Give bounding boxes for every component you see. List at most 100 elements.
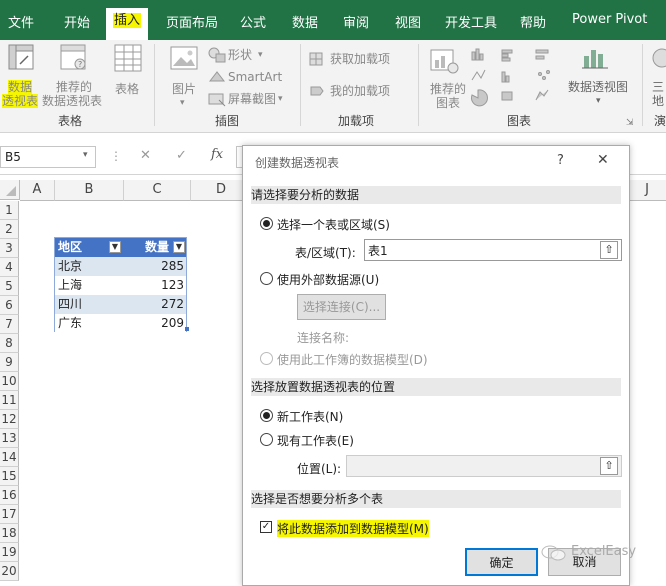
tab-data[interactable]: 数据 (292, 12, 318, 31)
radio-data-model[interactable] (260, 352, 273, 365)
table-row[interactable]: 广东 209 (55, 314, 186, 333)
radio-existing-worksheet[interactable] (260, 433, 273, 446)
table-button[interactable]: 表格 (108, 44, 148, 110)
insert-function-icon[interactable]: fx (211, 147, 223, 162)
3d-map-label-1: 三 (652, 80, 665, 94)
table-header-region: 地区 (58, 240, 83, 254)
table-resize-handle[interactable] (185, 327, 189, 331)
choose-connection-button[interactable]: 选择连接(C)... (297, 294, 386, 320)
smartart-button[interactable]: SmartArt (208, 68, 284, 86)
radio-existing-worksheet-label[interactable]: 现有工作表(E) (277, 432, 354, 449)
row-header[interactable]: 7 (0, 315, 19, 334)
recommended-pivottable-button[interactable]: ? 推荐的 数据透视表 (42, 44, 106, 110)
close-icon[interactable]: ✕ (597, 152, 609, 168)
tab-file[interactable]: 文件 (8, 12, 34, 31)
name-box[interactable]: B5 ▾ (0, 146, 96, 168)
cancel-icon[interactable]: ✕ (140, 148, 151, 163)
name-box-dropdown-icon[interactable]: ▾ (83, 150, 88, 160)
charts-dialog-launcher-icon[interactable]: ⇲ (626, 118, 634, 128)
ribbon-tab-bar: 文件 开始 插入 页面布局 公式 数据 审阅 视图 开发工具 帮助 Power … (0, 0, 666, 40)
pivotchart-button[interactable]: 数据透视图 ▾ (562, 44, 634, 110)
tab-page-layout[interactable]: 页面布局 (166, 12, 218, 31)
section-multiple-tables-label: 选择是否想要分析多个表 (251, 492, 384, 506)
radio-select-range-label[interactable]: 选择一个表或区域(S) (277, 216, 390, 233)
globe-icon (652, 48, 666, 68)
group-label-tours: 演 (654, 114, 666, 128)
filter-dropdown-icon[interactable]: ▼ (109, 241, 121, 253)
my-addins-label: 我的加载项 (330, 84, 391, 98)
add-to-data-model-label[interactable]: 将此数据添加到数据模型(M) (277, 520, 429, 537)
pivotchart-label: 数据透视图 (568, 80, 629, 94)
location-input[interactable] (346, 455, 622, 477)
row-header[interactable]: 17 (0, 505, 19, 524)
tab-help[interactable]: 帮助 (520, 12, 546, 31)
get-addins-button[interactable]: 获取加载项 (308, 50, 400, 68)
row-header[interactable]: 10 (0, 372, 19, 391)
table-row[interactable]: 四川 272 (55, 295, 186, 314)
row-header[interactable]: 1 (0, 201, 19, 220)
pictures-button[interactable]: 图片 ▾ (166, 44, 206, 110)
row-header[interactable]: 11 (0, 391, 19, 410)
tab-formulas[interactable]: 公式 (240, 12, 266, 31)
row-header[interactable]: 14 (0, 448, 19, 467)
enter-icon[interactable]: ✓ (176, 148, 187, 163)
row-header[interactable]: 2 (0, 220, 19, 239)
row-header[interactable]: 5 (0, 277, 19, 296)
radio-external-source[interactable] (260, 272, 273, 285)
help-icon[interactable]: ? (557, 153, 564, 168)
row-header[interactable]: 9 (0, 353, 19, 372)
recommended-charts-button[interactable]: 推荐的 图表 (424, 44, 468, 110)
row-header[interactable]: 20 (0, 562, 19, 581)
filter-dropdown-icon[interactable]: ▼ (173, 241, 185, 253)
tab-developer[interactable]: 开发工具 (445, 12, 497, 31)
tab-home[interactable]: 开始 (64, 12, 90, 31)
select-all-corner[interactable] (0, 180, 20, 200)
row-header[interactable]: 3 (0, 239, 19, 258)
radio-new-worksheet[interactable] (260, 409, 273, 422)
tab-insert-label: 插入 (113, 13, 142, 28)
ribbon-separator (642, 44, 643, 126)
table-header-quantity: 数量 (145, 240, 170, 254)
radio-select-range[interactable] (260, 217, 273, 230)
group-label-illustrations: 插图 (215, 114, 240, 128)
add-to-data-model-checkbox[interactable]: ✓ (260, 521, 272, 533)
radio-new-worksheet-label[interactable]: 新工作表(N) (277, 408, 343, 425)
collapse-dialog-icon[interactable]: ⇧ (600, 457, 618, 475)
column-header-j[interactable]: J (628, 180, 666, 201)
3d-map-button[interactable]: 三 地 (648, 44, 666, 110)
collapse-dialog-icon[interactable]: ⇧ (600, 241, 618, 259)
row-header[interactable]: 6 (0, 296, 19, 315)
ok-button[interactable]: 确定 (465, 548, 538, 576)
range-input[interactable]: 表1 (364, 239, 622, 261)
recommended-pivottable-label-1: 推荐的 (56, 80, 93, 94)
screenshot-button[interactable]: 屏幕截图 ▾ (208, 90, 294, 108)
column-header-c[interactable]: C (124, 180, 191, 201)
my-addins-button[interactable]: 我的加载项 (308, 82, 400, 100)
row-header[interactable]: 8 (0, 334, 19, 353)
table-cell-quantity: 285 (161, 259, 184, 273)
row-header[interactable]: 19 (0, 543, 19, 562)
table-row[interactable]: 上海 123 (55, 276, 186, 295)
tab-review[interactable]: 审阅 (343, 12, 369, 31)
pivottable-button[interactable]: 数据 透视表 (0, 44, 40, 110)
row-header[interactable]: 16 (0, 486, 19, 505)
chart-type-icons[interactable] (470, 46, 560, 110)
table-row[interactable]: 北京 285 (55, 257, 186, 276)
3d-map-label-2: 地 (652, 94, 665, 108)
radio-external-source-label[interactable]: 使用外部数据源(U) (277, 271, 379, 288)
table-cell-quantity: 209 (161, 316, 184, 330)
row-header[interactable]: 18 (0, 524, 19, 543)
pictures-label: 图片 (172, 82, 197, 96)
row-header[interactable]: 12 (0, 410, 19, 429)
tab-view[interactable]: 视图 (395, 12, 421, 31)
row-header[interactable]: 4 (0, 258, 19, 277)
radio-data-model-label[interactable]: 使用此工作簿的数据模型(D) (277, 351, 428, 368)
tab-power-pivot[interactable]: Power Pivot (572, 12, 647, 27)
tab-insert[interactable]: 插入 (106, 8, 149, 40)
row-header[interactable]: 13 (0, 429, 19, 448)
pivotchart-dropdown-icon: ▾ (596, 96, 601, 106)
shapes-button[interactable]: 形状 ▾ (208, 46, 278, 64)
column-header-b[interactable]: B (55, 180, 124, 201)
column-header-a[interactable]: A (20, 180, 55, 201)
row-header[interactable]: 15 (0, 467, 19, 486)
